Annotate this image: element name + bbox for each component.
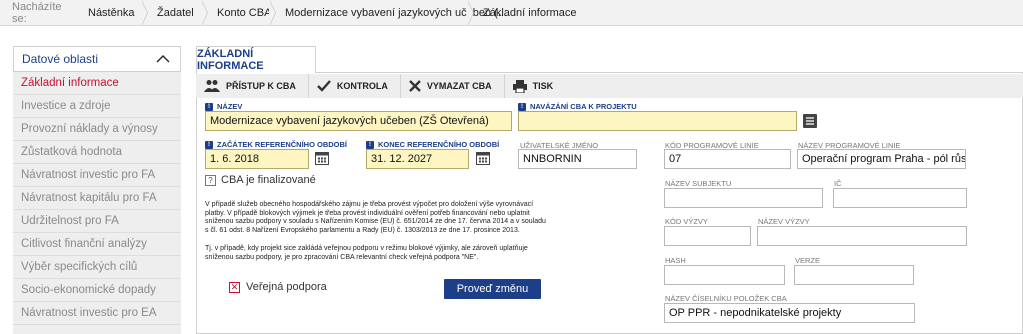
toolbar: PŘÍSTUP K CBA KONTROLA VYMAZAT CBA TISK [196, 74, 1023, 98]
users-icon [204, 80, 220, 92]
verze-input [794, 265, 914, 285]
kod-linie-input: 07 [664, 149, 791, 169]
access-cba-button[interactable]: PŘÍSTUP K CBA [196, 74, 309, 98]
sidebar-header[interactable]: Datové oblasti [13, 46, 181, 72]
subjekt-label: NÁZEV SUBJEKTU [665, 179, 732, 188]
sidebar-item-udrzitelnost-fa[interactable]: Udržitelnost pro FA [13, 210, 181, 233]
breadcrumb-item-nastenka[interactable]: Nástěnka [78, 0, 148, 26]
sidebar-item-zakladni-informace[interactable]: Základní informace [13, 72, 181, 95]
kod-vyzvy-input [664, 226, 751, 246]
check-label: KONTROLA [336, 81, 388, 91]
verze-label: VERZE [795, 256, 821, 265]
x-checkbox-icon[interactable]: ✕ [229, 281, 240, 293]
checkmark-icon [316, 80, 331, 92]
kod-vyzvy-label: KÓD VÝZVY [665, 217, 708, 226]
ic-label: IČ [834, 179, 842, 188]
ic-input [833, 188, 967, 208]
note-block-exemption: Tj. v případě, kdy projekt sice zakládá … [205, 245, 528, 261]
sidebar-item-navratnost-investic-ea[interactable]: Návratnost investic pro EA [13, 302, 181, 325]
chevron-up-icon[interactable] [156, 55, 170, 63]
delete-cba-button[interactable]: VYMAZAT CBA [401, 74, 505, 98]
sidebar-item-zustatkova-hodnota[interactable]: Zůstatková hodnota [13, 141, 181, 164]
calendar-icon[interactable] [476, 151, 490, 165]
verejna-podpora-checkbox[interactable]: ✕ Veřejná podpora [229, 281, 327, 293]
verejna-podpora-label: Veřejná podpora [246, 281, 327, 293]
breadcrumb-item-zadatel[interactable]: Žadatel [147, 0, 208, 26]
finalized-label: CBA je finalizované [221, 174, 316, 186]
sidebar-item-socio-ekonomicke[interactable]: Socio-ekonomické dopady [13, 279, 181, 302]
breadcrumb-prefix: Nacházíte se: [12, 0, 62, 25]
help-icon: ? [205, 174, 216, 186]
finalized-checkbox: ? CBA je finalizované [205, 174, 316, 186]
delete-cba-label: VYMAZAT CBA [426, 81, 492, 91]
note-sgei: V případě služeb obecného hospodářského … [205, 201, 546, 234]
sidebar-item-navratnost-kapitalu-fa[interactable]: Návratnost kapitálu pro FA [13, 187, 181, 210]
list-icon[interactable] [803, 114, 817, 128]
ciselnik-label: NÁZEV ČÍSELNÍKU POLOŽEK CBA [665, 294, 787, 303]
navazani-input[interactable] [518, 111, 797, 131]
nazev-vyzvy-input [757, 226, 967, 246]
ciselnik-input: OP PPR - nepodnikatelské projekty [664, 303, 915, 323]
print-label: TISK [532, 81, 554, 91]
printer-icon [512, 79, 527, 93]
tab-zakladni-informace[interactable]: ZÁKLADNÍ INFORMACE [196, 46, 316, 73]
subjekt-input [664, 188, 823, 208]
breadcrumb-item-current: Základní informace [483, 6, 577, 19]
nazev-label: ! NÁZEV [205, 102, 242, 111]
required-icon: ! [205, 102, 213, 111]
check-button[interactable]: KONTROLA [309, 74, 401, 98]
nazev-vyzvy-label: NÁZEV VÝZVY [758, 217, 810, 226]
sidebar-title: Datové oblasti [22, 52, 99, 66]
sidebar-item-navratnost-investic-fa[interactable]: Návratnost investic pro FA [13, 164, 181, 187]
hash-input [664, 265, 785, 285]
breadcrumb-item-project[interactable]: Modernizace vybavení jazykových učeben (… [275, 0, 507, 26]
nazev-input[interactable]: Modernizace vybavení jazykových učeben (… [205, 111, 512, 131]
konec-label: ! KONEC REFERENČNÍHO OBDOBÍ [366, 140, 499, 149]
submit-change-button[interactable]: Proveď změnu [444, 279, 541, 299]
sidebar-item-citlivost[interactable]: Citlivost finanční analýzy [13, 233, 181, 256]
breadcrumb-item-konto-cba[interactable]: Konto CBA [207, 0, 276, 26]
sidebar-item-investice[interactable]: Investice a zdroje [13, 95, 181, 118]
close-icon [408, 80, 421, 92]
required-icon: ! [205, 140, 213, 149]
nazev-linie-input: Operační program Praha - pól růstu [797, 149, 966, 169]
breadcrumb: Nacházíte se: Nástěnka Žadatel Konto CBA… [0, 0, 1023, 26]
sidebar-item-provozni-naklady[interactable]: Provozní náklady a výnosy [13, 118, 181, 141]
required-icon: ! [518, 102, 526, 111]
sidebar-item-vyber-cilu[interactable]: Výběr specifických cílů [13, 256, 181, 279]
hash-label: HASH [665, 256, 686, 265]
print-button[interactable]: TISK [505, 74, 566, 98]
zacatek-label: ! ZAČÁTEK REFERENČNÍHO OBDOBÍ [205, 140, 347, 149]
konec-input[interactable]: 31. 12. 2027 [366, 149, 469, 169]
zacatek-input[interactable]: 1. 6. 2018 [205, 149, 309, 169]
navazani-label: ! NAVÁZÁNÍ CBA K PROJEKTU [518, 102, 637, 111]
required-icon: ! [366, 140, 374, 149]
uzivatel-input: NNBORNIN [518, 149, 637, 169]
access-cba-label: PŘÍSTUP K CBA [226, 81, 296, 91]
sidebar: Datové oblasti Základní informace Invest… [13, 46, 181, 334]
calendar-icon[interactable] [315, 151, 329, 165]
